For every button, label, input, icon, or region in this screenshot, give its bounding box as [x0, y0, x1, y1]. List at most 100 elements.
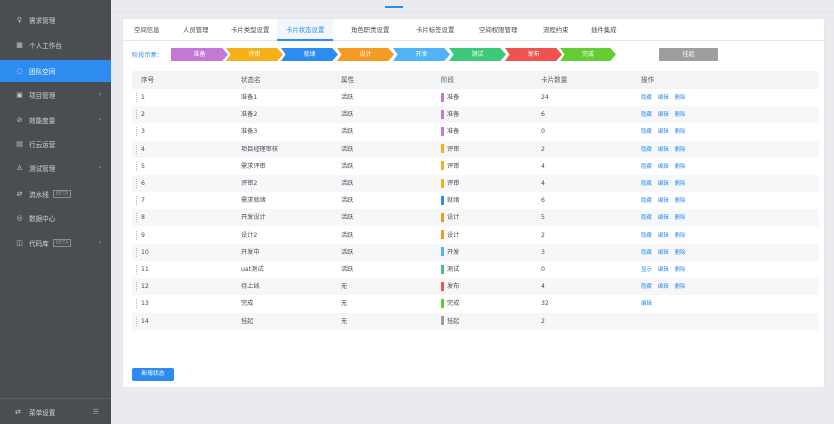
stage-color-bar [441, 144, 444, 154]
drag-handle-icon[interactable] [136, 179, 137, 188]
tab-1[interactable]: 人员管理 [183, 19, 209, 41]
row-op-link[interactable]: 编辑 [641, 301, 652, 307]
sidebar-item-3[interactable]: ▣ 项目管理 ▾ [0, 84, 111, 106]
row-op-link[interactable]: 编辑 [658, 267, 669, 273]
row-op-link[interactable]: 删除 [675, 181, 686, 187]
row-op-link[interactable]: 删除 [675, 164, 686, 170]
table-row[interactable]: 7 需求就绪 活跃 就绪 6 隐藏 编辑 删除 [132, 192, 819, 209]
row-count: 0 [541, 266, 545, 273]
sidebar-item-8[interactable]: ◎ 数据中心 [0, 207, 111, 229]
menu-settings[interactable]: ⇄ 菜单设置 ☰ [0, 398, 111, 424]
sidebar-item-2[interactable]: ◌ 团队空间 [0, 60, 111, 82]
row-op-link[interactable]: 编辑 [658, 250, 669, 256]
table-row[interactable]: 5 需求评审 活跃 评审 4 隐藏 编辑 删除 [132, 158, 819, 175]
tab-6[interactable]: 空间权限管理 [479, 19, 517, 41]
drag-handle-icon[interactable] [136, 93, 137, 102]
table-row[interactable]: 11 uat测试 活跃 测试 0 显示 编辑 删除 [132, 261, 819, 278]
table-row[interactable]: 1 准备1 活跃 准备 24 隐藏 编辑 删除 [132, 89, 819, 106]
menu-settings-icon: ⇄ [15, 407, 21, 416]
row-op-link[interactable]: 隐藏 [641, 215, 652, 221]
row-op-link[interactable]: 删除 [675, 267, 686, 273]
row-op-link[interactable]: 编辑 [658, 233, 669, 239]
row-stage: 准备 [441, 106, 459, 123]
row-ops: 编辑 [641, 295, 658, 313]
row-op-link[interactable]: 删除 [675, 284, 686, 290]
table-row[interactable]: 10 开发中 活跃 开发 3 隐藏 编辑 删除 [132, 243, 819, 261]
row-op-link[interactable]: 编辑 [658, 95, 669, 101]
table-row[interactable]: 13 完成 无 完成 32 编辑 [132, 295, 819, 312]
tab-0[interactable]: 空间信息 [134, 19, 160, 41]
row-op-link[interactable]: 删除 [675, 112, 686, 118]
row-op-link[interactable]: 删除 [675, 95, 686, 101]
stage-color-bar [441, 230, 444, 240]
stage-legend-label: 阶段示意： [132, 52, 163, 59]
row-op-link[interactable]: 编辑 [658, 147, 669, 153]
row-op-link[interactable]: 隐藏 [641, 250, 652, 256]
row-op-link[interactable]: 隐藏 [641, 284, 652, 290]
drag-handle-icon[interactable] [136, 282, 137, 292]
table-row[interactable]: 12 待上线 无 发布 4 隐藏 编辑 删除 [132, 278, 819, 296]
row-op-link[interactable]: 编辑 [658, 181, 669, 187]
row-op-link[interactable]: 隐藏 [641, 112, 652, 118]
row-op-link[interactable]: 删除 [675, 215, 686, 221]
row-op-link[interactable]: 编辑 [658, 129, 669, 135]
sidebar-item-1[interactable]: ▦ 个人工作台 [0, 34, 111, 56]
table-row[interactable]: 8 开发设计 活跃 设计 5 隐藏 编辑 删除 [132, 209, 819, 227]
drag-handle-icon[interactable] [136, 196, 137, 206]
row-op-link[interactable]: 删除 [675, 198, 686, 204]
add-status-button[interactable]: 新增状态 [132, 368, 174, 381]
drag-handle-icon[interactable] [136, 161, 137, 171]
tab-8[interactable]: 插件集成 [591, 19, 617, 41]
row-op-link[interactable]: 隐藏 [641, 181, 652, 187]
row-op-link[interactable]: 隐藏 [641, 129, 652, 135]
drag-handle-icon[interactable] [136, 316, 137, 326]
table-row[interactable]: 6 评审2 活跃 评审 4 隐藏 编辑 删除 [132, 175, 819, 193]
sidebar-item-4[interactable]: ⊘ 效能度量 ▾ [0, 109, 111, 131]
row-op-link[interactable]: 隐藏 [641, 147, 652, 153]
table-row[interactable]: 2 准备2 活跃 准备 6 隐藏 编辑 删除 [132, 106, 819, 124]
row-op-link[interactable]: 编辑 [658, 284, 669, 290]
drag-handle-icon[interactable] [136, 299, 137, 309]
sidebar-item-5[interactable]: ▤ 行云运营 [0, 133, 111, 155]
sidebar-item-6[interactable]: ♙ 测试管理 ▾ [0, 157, 111, 179]
sidebar-item-label: 团队空间 [29, 68, 56, 76]
sidebar-item-0[interactable]: ♀ 需求管理 [0, 9, 111, 31]
row-op-link[interactable]: 删除 [675, 233, 686, 239]
sidebar-item-7[interactable]: ⇄ 流水线 BETA [0, 183, 111, 205]
tab-3[interactable]: 卡片状态设置 [277, 19, 334, 41]
drag-handle-icon[interactable] [136, 265, 137, 274]
stage-color-bar [441, 195, 444, 205]
stage-chip: 发布 [505, 48, 562, 61]
collapse-icon[interactable]: ☰ [93, 408, 99, 416]
sidebar-item-label: 流水线 [29, 191, 49, 199]
tab-7[interactable]: 流程约束 [543, 19, 569, 41]
tab-2[interactable]: 卡片类型设置 [231, 19, 269, 41]
drag-handle-icon[interactable] [136, 230, 137, 240]
drag-handle-icon[interactable] [136, 144, 137, 154]
drag-handle-icon[interactable] [136, 247, 137, 257]
table-row[interactable]: 3 准备3 活跃 准备 0 隐藏 编辑 删除 [132, 123, 819, 140]
row-op-link[interactable]: 编辑 [658, 164, 669, 170]
row-op-link[interactable]: 编辑 [658, 198, 669, 204]
row-op-link[interactable]: 显示 [641, 267, 652, 273]
row-op-link[interactable]: 编辑 [658, 215, 669, 221]
row-op-link[interactable]: 删除 [675, 129, 686, 135]
row-op-link[interactable]: 删除 [675, 250, 686, 256]
sidebar-item-9[interactable]: ◫ 代码库 BETA ▾ [0, 232, 111, 254]
row-op-link[interactable]: 删除 [675, 147, 686, 153]
table-row[interactable]: 9 设计2 活跃 设计 2 隐藏 编辑 删除 [132, 227, 819, 244]
row-op-link[interactable]: 隐藏 [641, 198, 652, 204]
row-op-link[interactable]: 隐藏 [641, 164, 652, 170]
drag-handle-icon[interactable] [136, 213, 137, 223]
row-ops: 隐藏 编辑 删除 [641, 89, 691, 107]
tab-5[interactable]: 卡片标签设置 [416, 19, 454, 41]
table-row[interactable]: 4 项目经理审核 活跃 评审 2 隐藏 编辑 删除 [132, 140, 819, 158]
row-op-link[interactable]: 编辑 [658, 112, 669, 118]
table-row[interactable]: 14 挂起 无 挂起 2 [132, 312, 819, 330]
row-op-link[interactable]: 隐藏 [641, 233, 652, 239]
drag-handle-icon[interactable] [136, 110, 137, 120]
drag-handle-icon[interactable] [136, 127, 137, 137]
row-op-link[interactable]: 隐藏 [641, 95, 652, 101]
tab-4[interactable]: 角色职责设置 [351, 19, 389, 41]
data-icon: ◎ [16, 214, 23, 222]
